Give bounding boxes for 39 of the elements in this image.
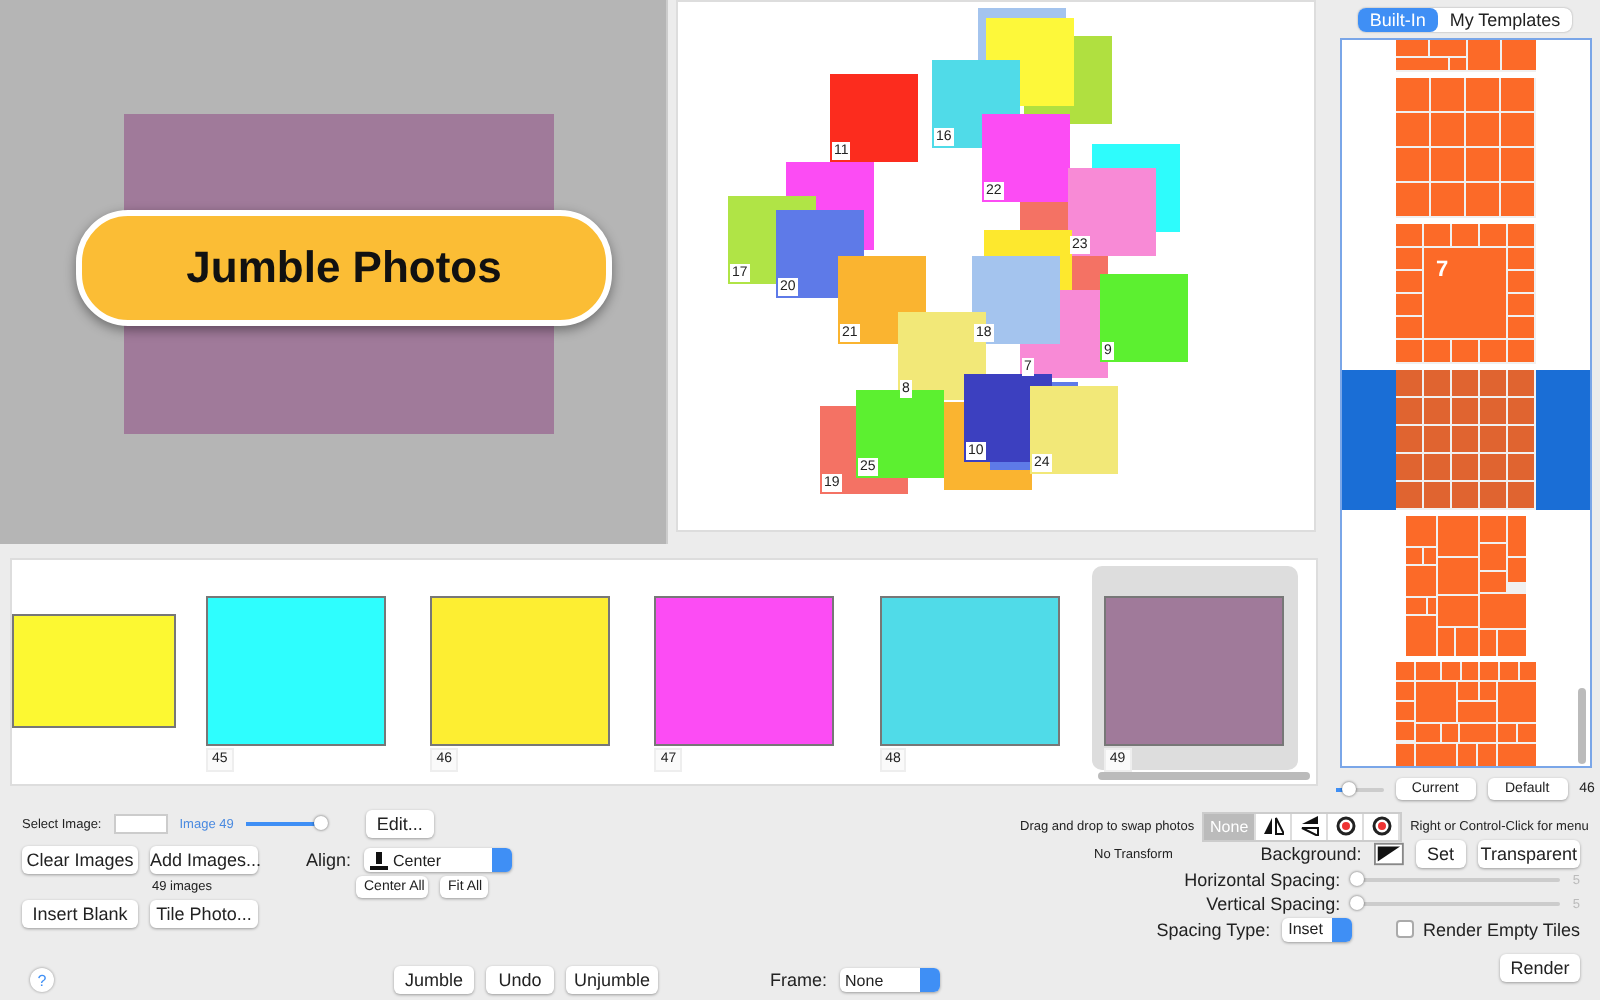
- layout-thumbnail: 7: [1395, 224, 1535, 364]
- template-item[interactable]: [1341, 370, 1589, 510]
- undo-button[interactable]: Undo: [486, 966, 554, 994]
- layout-thumbnail: [1395, 370, 1535, 510]
- background-label: Background:: [1260, 844, 1362, 864]
- spacing-type-label: Spacing Type:: [1154, 919, 1271, 939]
- frame-label: Frame:: [770, 970, 828, 990]
- align-dropdown[interactable]: Center: [363, 848, 512, 872]
- circle-dot-icon: [1335, 816, 1356, 836]
- jumble-button[interactable]: Jumble: [394, 966, 474, 994]
- insert-blank-button[interactable]: Insert Blank: [22, 900, 138, 928]
- circle-dot-icon: [1371, 816, 1392, 836]
- layout-thumbnail: [1395, 662, 1535, 766]
- set-button[interactable]: Set: [1415, 840, 1466, 868]
- select-image-field[interactable]: [113, 814, 168, 834]
- scrollbar[interactable]: [1098, 772, 1310, 780]
- layout-thumbnail: [1395, 78, 1535, 218]
- title-banner: Jumble Photos: [76, 210, 612, 326]
- frame-dropdown[interactable]: None: [839, 968, 940, 992]
- layout-thumbnail: [1395, 40, 1535, 72]
- edit-button[interactable]: Edit...: [365, 810, 434, 838]
- tab[interactable]: My Templates: [1437, 8, 1573, 32]
- align-label: Align:: [306, 850, 352, 870]
- render-button[interactable]: Render: [1500, 954, 1580, 982]
- transparent-button[interactable]: Transparent: [1477, 840, 1580, 868]
- vertical-spacing-label: Vertical Spacing:: [1204, 894, 1341, 914]
- layout-thumbnail: [1405, 516, 1525, 656]
- spacing-type-dropdown[interactable]: Inset: [1282, 917, 1353, 941]
- mirror-triangles-icon: [1299, 816, 1320, 836]
- scrollbar[interactable]: [1577, 688, 1585, 764]
- render-empty-tiles-checkbox[interactable]: Render Empty Tiles: [1396, 919, 1580, 939]
- mirror-triangles-icon: [1263, 816, 1284, 836]
- background-swatch[interactable]: [1373, 842, 1404, 866]
- tile-photo-button[interactable]: Tile Photo...: [150, 900, 258, 928]
- unjumble-button[interactable]: Unjumble: [566, 966, 658, 994]
- clear-images-button[interactable]: Clear Images: [22, 846, 138, 874]
- horizontal-spacing-label: Horizontal Spacing:: [1182, 870, 1341, 890]
- add-images-button[interactable]: Add Images...: [150, 846, 258, 874]
- align-bottom-icon: [369, 851, 388, 869]
